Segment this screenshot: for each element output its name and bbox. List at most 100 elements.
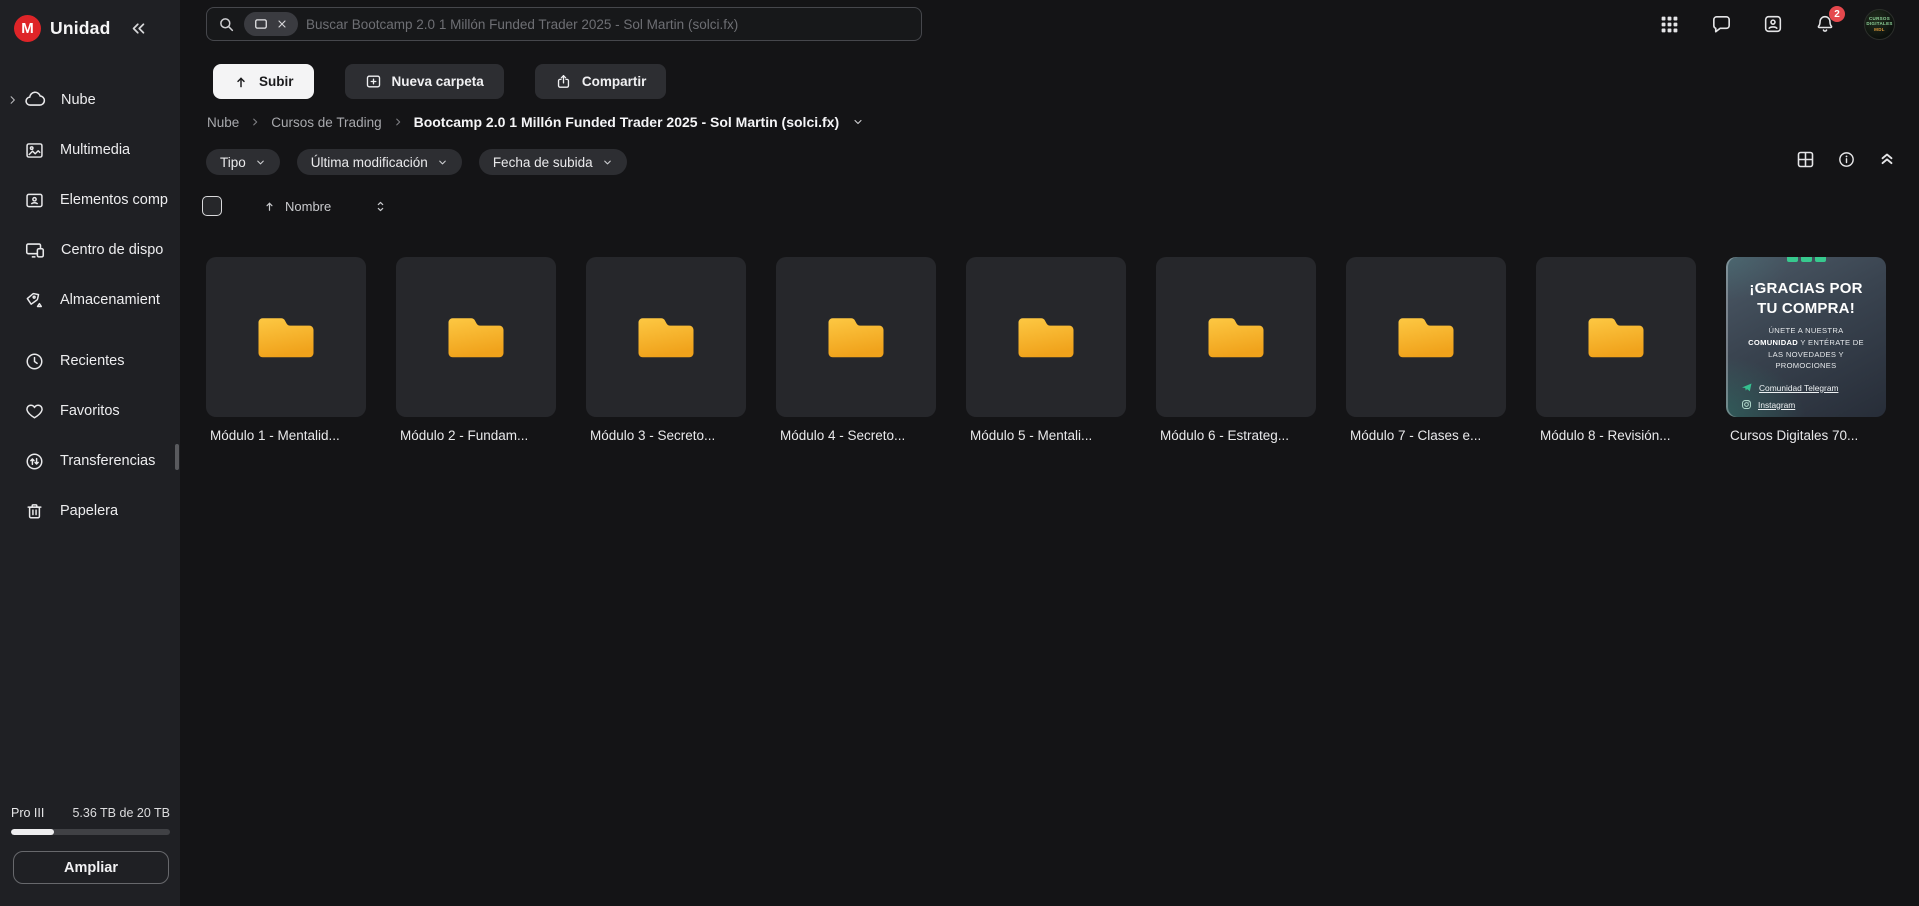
breadcrumb-parent[interactable]: Cursos de Trading (271, 115, 381, 130)
chat-icon[interactable] (1708, 11, 1734, 37)
file-name[interactable]: Módulo 1 - Mentalid... (206, 428, 366, 443)
file-cell: Módulo 5 - Mentali... (966, 257, 1126, 443)
sort-by-name[interactable]: Nombre (263, 199, 331, 214)
select-all-checkbox[interactable] (202, 196, 222, 216)
brand-logo[interactable]: M Unidad (14, 15, 147, 42)
file-name[interactable]: Módulo 3 - Secreto... (586, 428, 746, 443)
folder-icon (633, 309, 699, 366)
folder-card[interactable] (396, 257, 556, 417)
promo-title: ¡GRACIAS POR TU COMPRA! (1726, 279, 1886, 318)
folder-card[interactable] (1346, 257, 1506, 417)
chevron-right-icon[interactable] (7, 95, 18, 106)
heart-icon (24, 401, 45, 422)
sort-toggle-icon[interactable] (374, 199, 387, 214)
instagram-icon (1741, 399, 1752, 410)
sidebar-item-label: Almacenamient (60, 292, 160, 308)
notifications-bell-icon[interactable]: 2 (1812, 11, 1838, 37)
sidebar-item-papelera[interactable]: Papelera (0, 486, 180, 536)
promo-body: ÚNETE A NUESTRA COMUNIDAD Y ENTÉRATE DE … (1726, 325, 1886, 372)
storage-tag-icon (24, 290, 45, 311)
trash-icon (24, 501, 45, 522)
upload-icon (233, 74, 249, 90)
file-name[interactable]: Módulo 6 - Estrateg... (1156, 428, 1316, 443)
folder-card[interactable] (1156, 257, 1316, 417)
file-name[interactable]: Módulo 5 - Mentali... (966, 428, 1126, 443)
sidebar-item-label: Multimedia (60, 142, 130, 158)
share-icon (555, 73, 572, 90)
chevron-right-icon (250, 117, 260, 127)
file-cell: Módulo 3 - Secreto... (586, 257, 746, 443)
list-header: Nombre (202, 195, 387, 217)
folder-icon (1203, 309, 1269, 366)
new-folder-button[interactable]: Nueva carpeta (345, 64, 504, 99)
share-button[interactable]: Compartir (535, 64, 667, 99)
telegram-icon (1741, 382, 1753, 393)
storage-progress-track (11, 829, 170, 835)
file-name[interactable]: Módulo 8 - Revisión... (1536, 428, 1696, 443)
file-cell: Módulo 6 - Estrateg... (1156, 257, 1316, 443)
sidebar-item-label: Recientes (60, 353, 124, 369)
folder-card[interactable] (776, 257, 936, 417)
file-cell: Módulo 4 - Secreto... (776, 257, 936, 443)
search-scope-chip[interactable] (244, 12, 298, 36)
clock-icon (24, 351, 45, 372)
chevron-right-icon (393, 117, 403, 127)
folder-icon (253, 309, 319, 366)
upload-button[interactable]: Subir (213, 64, 314, 99)
breadcrumb: Nube Cursos de Trading Bootcamp 2.0 1 Mi… (207, 114, 864, 130)
mega-logo-icon: M (14, 15, 41, 42)
promo-links: Comunidad Telegram Instagram (1726, 382, 1886, 410)
collapse-panel-icon[interactable] (1875, 147, 1899, 171)
file-cell: Módulo 1 - Mentalid... (206, 257, 366, 443)
sidebar-item-almacenamiento[interactable]: Almacenamient (0, 275, 180, 325)
sidebar-item-multimedia[interactable]: Multimedia (0, 125, 180, 175)
transfers-icon (24, 451, 45, 472)
chevron-down-icon (255, 157, 266, 168)
instagram-link: Instagram (1741, 399, 1886, 410)
file-name[interactable]: Módulo 2 - Fundam... (396, 428, 556, 443)
file-cell: ¡GRACIAS POR TU COMPRA! ÚNETE A NUESTRA … (1726, 257, 1886, 443)
folder-icon (1393, 309, 1459, 366)
folder-card[interactable] (206, 257, 366, 417)
storage-progress-fill (11, 829, 54, 835)
folder-icon (1583, 309, 1649, 366)
chevron-down-icon[interactable] (852, 116, 864, 128)
sidebar-item-elementos-compartidos[interactable]: Elementos comp (0, 175, 180, 225)
collapse-sidebar-icon[interactable] (130, 20, 147, 37)
grid-view-icon[interactable] (1793, 147, 1817, 171)
folder-card[interactable] (586, 257, 746, 417)
clear-scope-icon[interactable] (276, 18, 288, 30)
sidebar-item-transferencias[interactable]: Transferencias (0, 436, 180, 486)
topbar-icons: 2 CURSOS DIGITALES MDL (1656, 6, 1895, 42)
file-name[interactable]: Cursos Digitales 70... (1726, 428, 1886, 443)
sidebar-item-label: Papelera (60, 503, 118, 519)
contacts-icon[interactable] (1760, 11, 1786, 37)
file-cell: Módulo 8 - Revisión... (1536, 257, 1696, 443)
sidebar-item-nube[interactable]: Nube (0, 75, 180, 125)
breadcrumb-root[interactable]: Nube (207, 115, 239, 130)
upgrade-button[interactable]: Ampliar (13, 851, 169, 884)
sidebar-nav: Nube Multimedia Elementos comp Centro de… (0, 75, 180, 536)
file-name[interactable]: Módulo 7 - Clases e... (1346, 428, 1506, 443)
folder-card[interactable] (966, 257, 1126, 417)
search-icon (217, 15, 236, 34)
folder-card[interactable] (1536, 257, 1696, 417)
avatar[interactable]: CURSOS DIGITALES MDL (1864, 9, 1895, 40)
sort-field-label: Nombre (285, 199, 331, 214)
apps-grid-icon[interactable] (1656, 11, 1682, 37)
filter-type-chip[interactable]: Tipo (206, 149, 280, 175)
sidebar-resize-handle[interactable] (175, 444, 179, 470)
search-bar[interactable] (206, 7, 922, 41)
file-name[interactable]: Módulo 4 - Secreto... (776, 428, 936, 443)
brand-name: Unidad (50, 18, 111, 39)
filter-modified-chip[interactable]: Última modificación (297, 149, 462, 175)
search-input[interactable] (306, 17, 911, 32)
sidebar-item-label: Transferencias (60, 453, 155, 469)
info-icon[interactable] (1834, 147, 1858, 171)
image-thumbnail-card[interactable]: ¡GRACIAS POR TU COMPRA! ÚNETE A NUESTRA … (1726, 257, 1886, 417)
sidebar-item-favoritos[interactable]: Favoritos (0, 386, 180, 436)
sidebar-item-centro-dispositivos[interactable]: Centro de dispo (0, 225, 180, 275)
sidebar-item-recientes[interactable]: Recientes (0, 336, 180, 386)
filter-upload-date-chip[interactable]: Fecha de subida (479, 149, 627, 175)
devices-icon (24, 239, 46, 261)
